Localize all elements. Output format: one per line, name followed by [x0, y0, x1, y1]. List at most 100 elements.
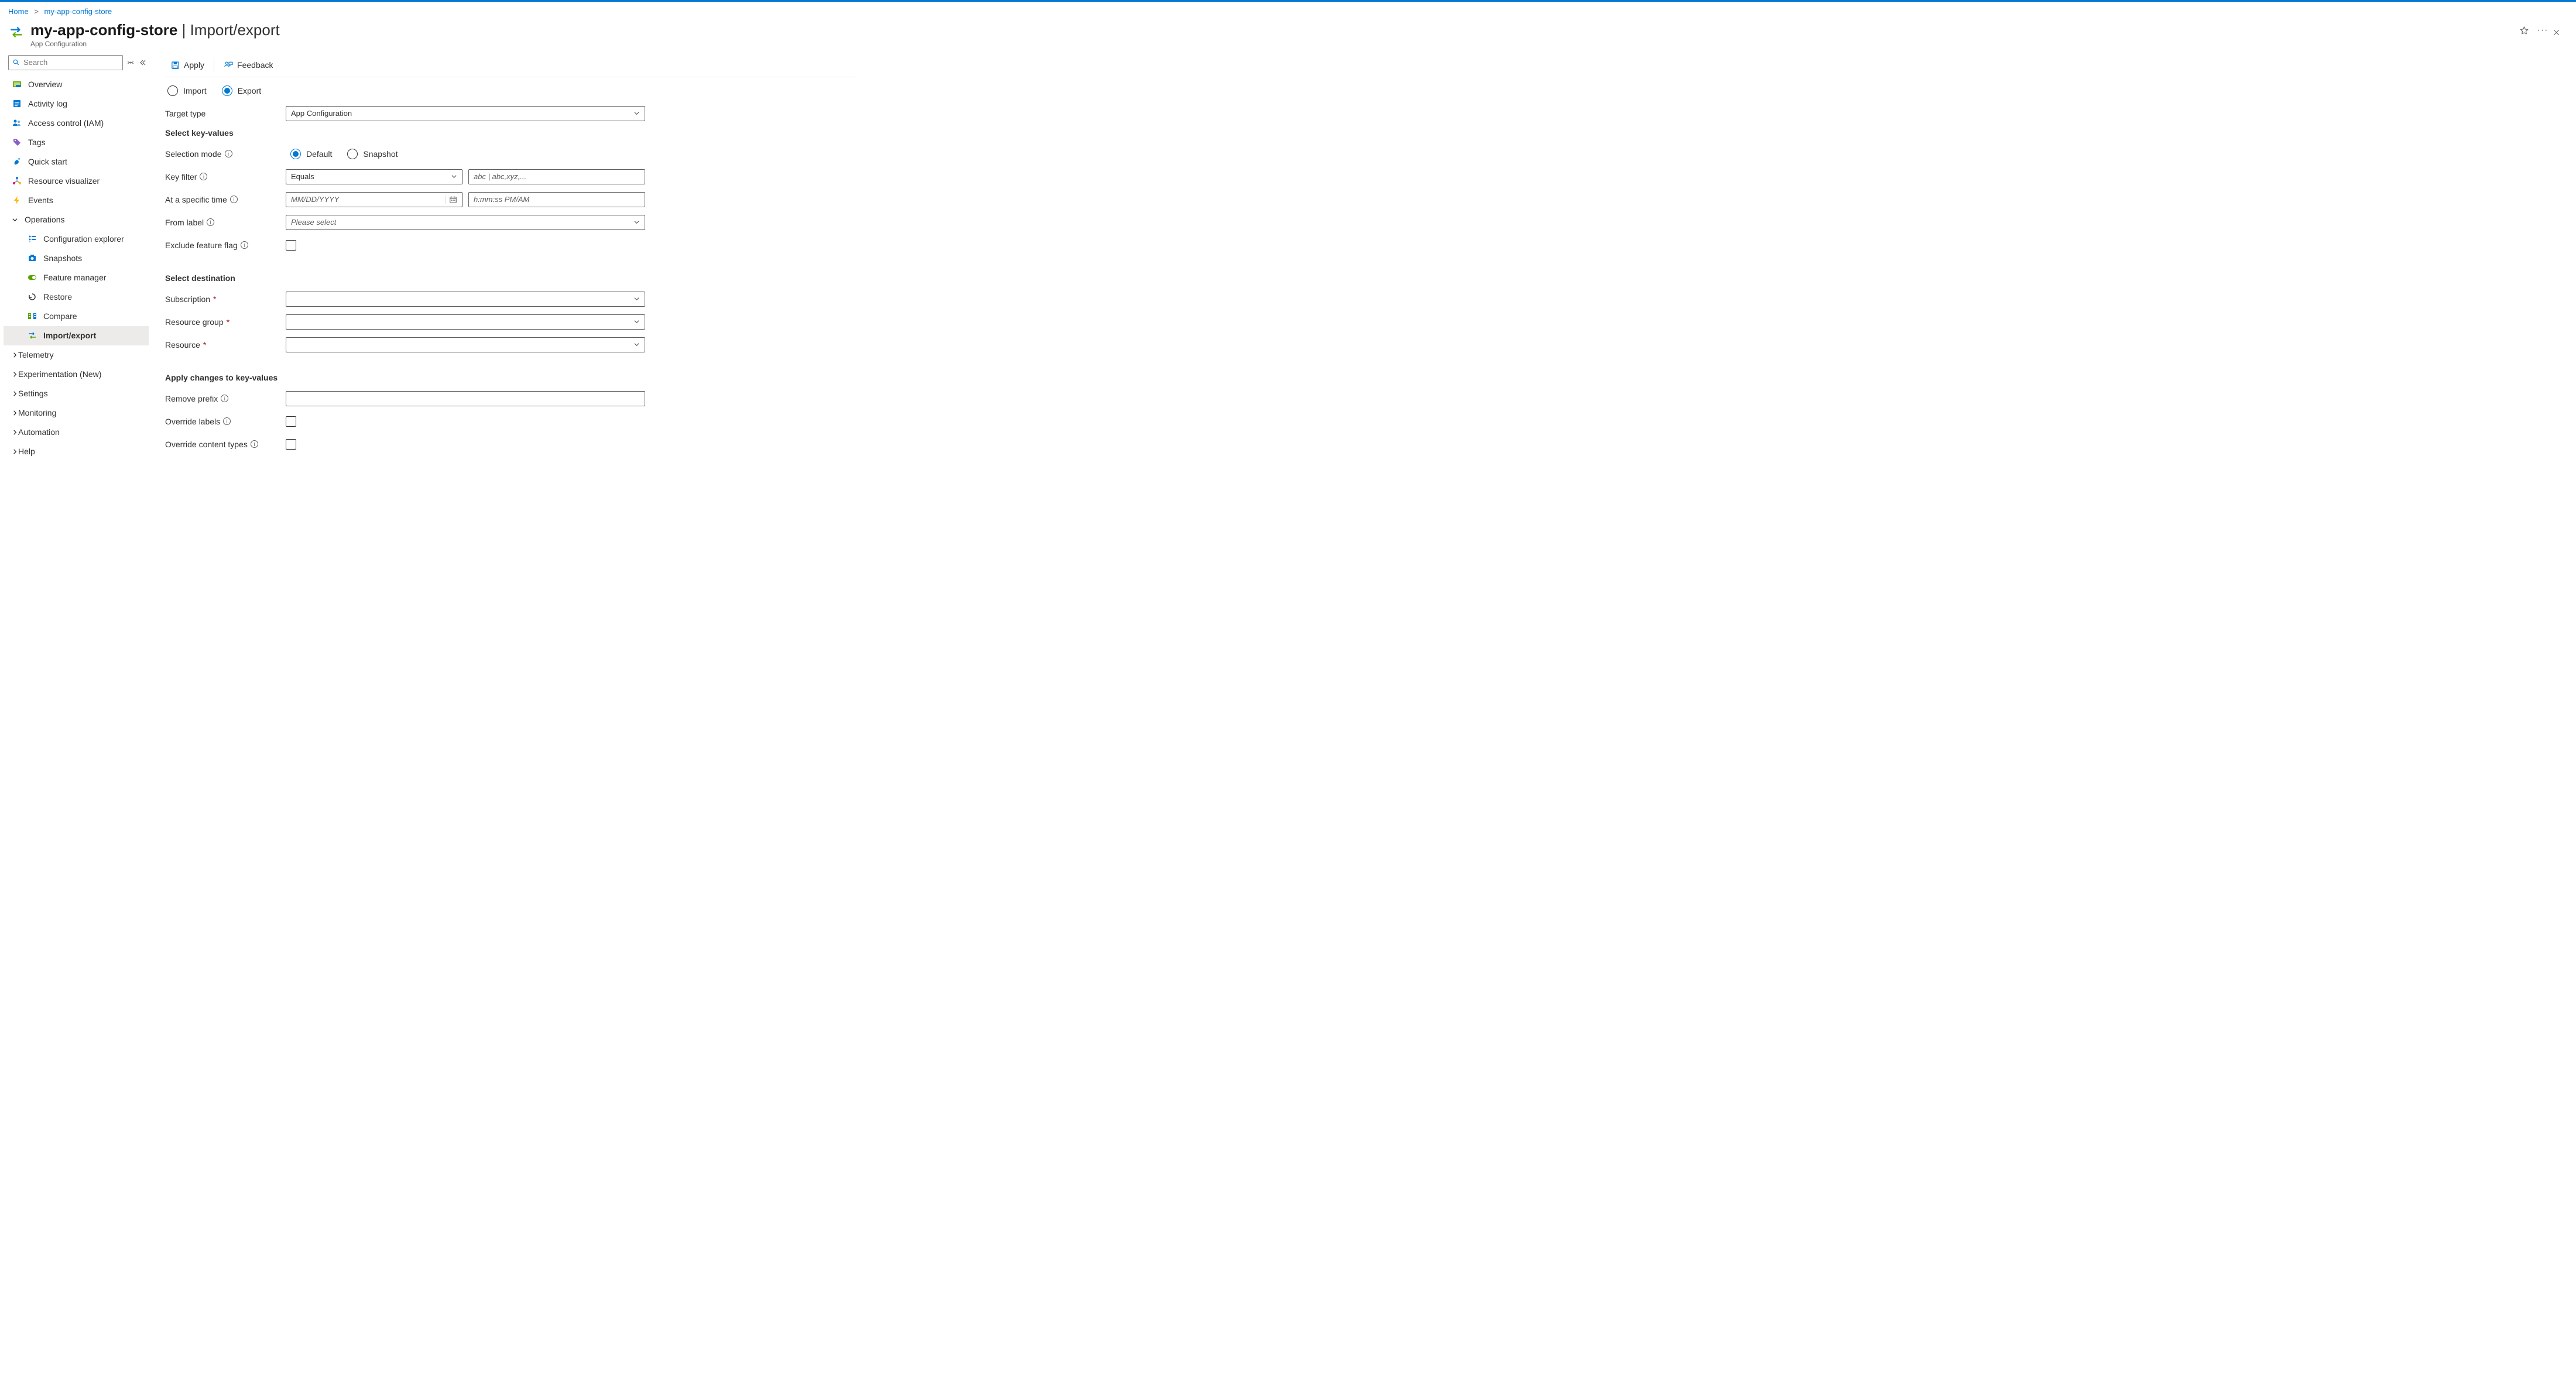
search-icon [12, 59, 20, 66]
nav-overview[interactable]: Overview [4, 75, 149, 94]
compare-icon [27, 311, 37, 321]
specific-time-label: At a specific time i [165, 195, 286, 204]
key-filter-operator-select[interactable]: Equals [286, 169, 463, 184]
info-icon[interactable]: i [221, 395, 228, 402]
resource-group-label: Resource group * [165, 317, 286, 327]
more-icon[interactable]: ··· [2537, 25, 2548, 36]
quickstart-icon [12, 156, 22, 167]
time-input[interactable] [468, 192, 645, 207]
expand-nav-icon[interactable] [126, 59, 135, 67]
info-icon[interactable]: i [200, 173, 207, 180]
restore-icon [27, 292, 37, 302]
chevron-right-icon [12, 390, 18, 397]
target-type-select[interactable]: App Configuration [286, 106, 645, 121]
nav-compare[interactable]: Compare [4, 307, 149, 326]
nav-group-telemetry[interactable]: Telemetry [4, 345, 149, 365]
selection-mode-label: Selection mode i [165, 149, 286, 159]
remove-prefix-label: Remove prefix i [165, 394, 286, 403]
page-title: my-app-config-store | Import/export [30, 22, 2508, 39]
page-header: my-app-config-store | Import/export App … [0, 18, 2576, 54]
chevron-right-icon [12, 429, 18, 436]
chevron-down-icon [633, 341, 640, 348]
chevron-down-icon [633, 110, 640, 117]
breadcrumb-resource[interactable]: my-app-config-store [44, 7, 112, 16]
info-icon[interactable]: i [241, 241, 248, 249]
radio-mode-default[interactable]: Default [290, 149, 332, 159]
main-content: Apply Feedback Import Export Target type… [149, 54, 863, 477]
nav-activity-log[interactable]: Activity log [4, 94, 149, 114]
chevron-right-icon [12, 448, 18, 455]
breadcrumb-sep: > [34, 7, 39, 16]
info-icon[interactable]: i [251, 440, 258, 448]
nav-feature-manager[interactable]: Feature manager [4, 268, 149, 287]
import-export-icon [8, 24, 25, 40]
section-select-destination: Select destination [165, 273, 855, 283]
feedback-button[interactable]: Feedback [218, 54, 279, 77]
favorite-star-icon[interactable] [2519, 25, 2529, 36]
key-filter-label: Key filter i [165, 172, 286, 181]
sidebar-search[interactable] [8, 55, 123, 70]
override-content-types-label: Override content types i [165, 440, 286, 449]
sidebar: Overview Activity log Access control (IA… [0, 54, 149, 477]
exclude-feature-flag-checkbox[interactable] [286, 240, 296, 251]
breadcrumb-home[interactable]: Home [8, 7, 29, 16]
exclude-feature-flag-label: Exclude feature flag i [165, 241, 286, 250]
info-icon[interactable]: i [207, 218, 214, 226]
close-button[interactable] [2548, 24, 2564, 40]
nav-events[interactable]: Events [4, 191, 149, 210]
sidebar-search-input[interactable] [23, 58, 119, 67]
override-labels-label: Override labels i [165, 417, 286, 426]
override-labels-checkbox[interactable] [286, 416, 296, 427]
subscription-select[interactable] [286, 292, 645, 307]
feature-manager-icon [27, 272, 37, 283]
radio-mode-snapshot[interactable]: Snapshot [347, 149, 398, 159]
activity-log-icon [12, 98, 22, 109]
resource-label: Resource * [165, 340, 286, 350]
nav-tags[interactable]: Tags [4, 133, 149, 152]
import-export-mode: Import Export [165, 77, 855, 105]
section-select-key-values: Select key-values [165, 128, 855, 138]
nav-group-automation[interactable]: Automation [4, 423, 149, 442]
apply-button[interactable]: Apply [165, 54, 210, 77]
nav-group-settings[interactable]: Settings [4, 384, 149, 403]
from-label-label: From label i [165, 218, 286, 227]
nav-group-experimentation[interactable]: Experimentation (New) [4, 365, 149, 384]
target-type-label: Target type [165, 109, 286, 118]
override-content-types-checkbox[interactable] [286, 439, 296, 450]
nav-quick-start[interactable]: Quick start [4, 152, 149, 172]
nav-group-help[interactable]: Help [4, 442, 149, 461]
nav-group-operations[interactable]: Operations [4, 210, 149, 229]
calendar-icon[interactable] [445, 196, 457, 204]
tags-icon [12, 137, 22, 148]
remove-prefix-input[interactable] [286, 391, 645, 406]
section-apply-changes: Apply changes to key-values [165, 373, 855, 382]
sidebar-nav: Overview Activity log Access control (IA… [4, 75, 149, 461]
collapse-nav-icon[interactable] [138, 59, 146, 67]
feedback-icon [224, 61, 233, 70]
toolbar: Apply Feedback [165, 54, 855, 77]
info-icon[interactable]: i [225, 150, 232, 157]
date-input[interactable] [286, 192, 463, 207]
nav-snapshots[interactable]: Snapshots [4, 249, 149, 268]
info-icon[interactable]: i [230, 196, 238, 203]
chevron-down-icon [633, 296, 640, 302]
nav-import-export[interactable]: Import/export [4, 326, 149, 345]
nav-configuration-explorer[interactable]: Configuration explorer [4, 229, 149, 249]
resource-select[interactable] [286, 337, 645, 352]
nav-resource-visualizer[interactable]: Resource visualizer [4, 172, 149, 191]
chevron-right-icon [12, 371, 18, 378]
save-icon [171, 61, 180, 70]
info-icon[interactable]: i [223, 417, 231, 425]
nav-group-monitoring[interactable]: Monitoring [4, 403, 149, 423]
import-export-nav-icon [27, 330, 37, 341]
nav-restore[interactable]: Restore [4, 287, 149, 307]
chevron-down-icon [451, 173, 457, 180]
nav-access-control[interactable]: Access control (IAM) [4, 114, 149, 133]
chevron-right-icon [12, 352, 18, 358]
key-filter-value-input[interactable] [468, 169, 645, 184]
from-label-select[interactable]: Please select [286, 215, 645, 230]
chevron-right-icon [12, 410, 18, 416]
radio-import[interactable]: Import [167, 85, 207, 96]
resource-group-select[interactable] [286, 314, 645, 330]
radio-export[interactable]: Export [222, 85, 261, 96]
